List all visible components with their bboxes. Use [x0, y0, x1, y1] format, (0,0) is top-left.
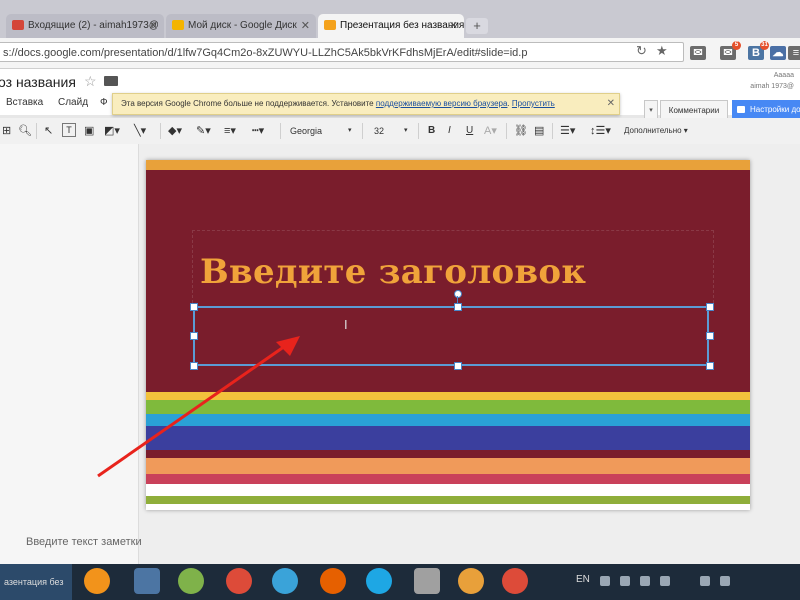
speaker-notes-placeholder[interactable]: Введите текст заметки: [26, 536, 142, 548]
network-icon[interactable]: [700, 576, 710, 586]
chrome-icon-2[interactable]: [502, 568, 528, 594]
browser-icon[interactable]: [272, 568, 298, 594]
chrome-icon[interactable]: [226, 568, 252, 594]
annotation-arrow: [97, 336, 300, 478]
screen: Входящие (2) - aimah1973@ ✕ Мой диск - G…: [0, 0, 800, 600]
windows-taskbar: азентация без EN: [0, 564, 800, 600]
tray-icon[interactable]: [600, 576, 610, 586]
chat-icon[interactable]: [178, 568, 204, 594]
language-indicator[interactable]: EN: [576, 574, 590, 585]
ie-icon[interactable]: [366, 568, 392, 594]
media-icon[interactable]: [414, 568, 440, 594]
tray-icon[interactable]: [660, 576, 670, 586]
taskbar-active-window[interactable]: азентация без: [0, 564, 72, 600]
vk-icon[interactable]: [134, 568, 160, 594]
odnoklassniki-icon[interactable]: [84, 568, 110, 594]
tray-icon[interactable]: [640, 576, 650, 586]
firefox-icon[interactable]: [320, 568, 346, 594]
photo-icon[interactable]: [458, 568, 484, 594]
volume-icon[interactable]: [720, 576, 730, 586]
tray-icon[interactable]: [620, 576, 630, 586]
